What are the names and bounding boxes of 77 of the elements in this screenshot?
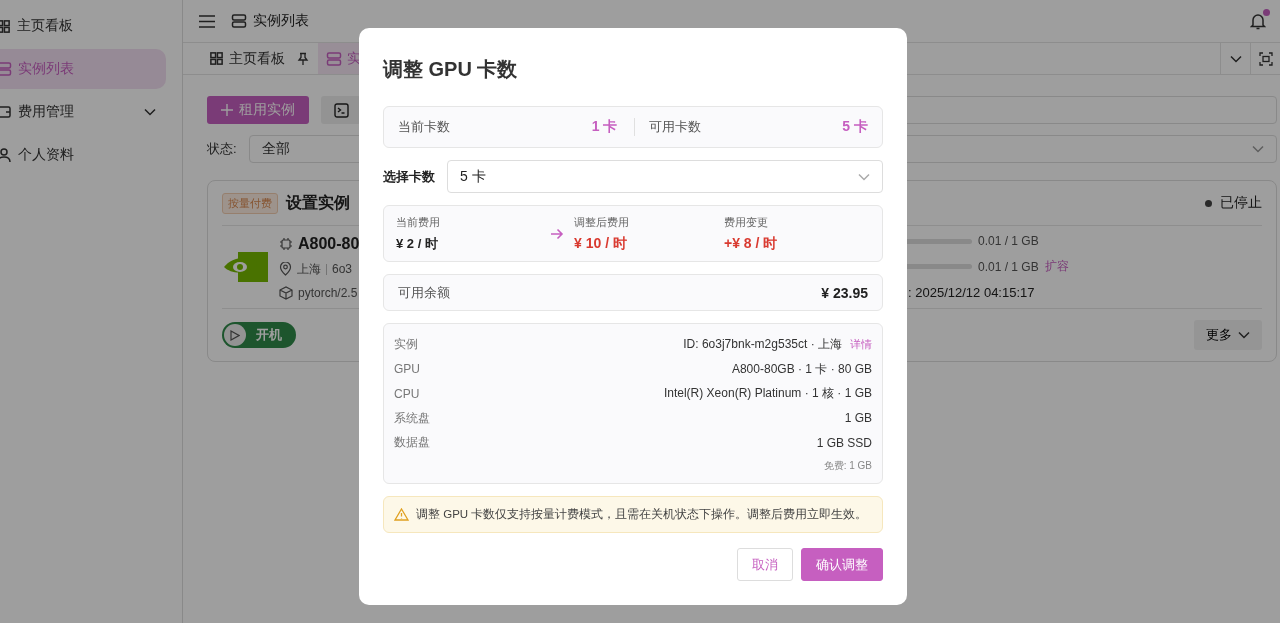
free-note: 免费: 1 GB	[823, 458, 872, 473]
region-text: 上海	[297, 260, 321, 278]
plus-icon	[221, 104, 233, 116]
cost-value: ¥ 2 / 时	[396, 234, 439, 253]
chevron-down-icon	[858, 172, 870, 181]
warning-text: 调整 GPU 卡数仅支持按量计费模式，且需在关机状态下操作。调整后费用立即生效。	[416, 506, 868, 522]
detail-label: CPU	[394, 386, 420, 401]
warning-icon	[394, 507, 409, 521]
start-button[interactable]: 开机	[222, 322, 296, 348]
user-icon	[0, 147, 12, 163]
terminal-icon	[333, 102, 349, 118]
server-icon	[0, 61, 12, 77]
gpu-model: A800-80	[298, 234, 360, 253]
filter-label: 状态:	[207, 140, 237, 158]
fullscreen-icon	[1258, 51, 1273, 66]
tab[interactable]: 主页看板	[201, 43, 318, 74]
instance-name: 设置实例	[286, 192, 351, 213]
balance-label: 可用余额	[398, 283, 450, 302]
detail-label: GPU	[394, 362, 420, 376]
disk-usage-text: 0.01 / 1 GB	[978, 259, 1039, 274]
status-dot	[1205, 199, 1212, 207]
detail-label: 实例	[394, 336, 418, 353]
cost-label: 费用变更	[724, 214, 769, 230]
more-button[interactable]: 更多	[1194, 320, 1262, 350]
card-count-value: 1 卡	[591, 118, 618, 137]
details-link[interactable]: 详情	[850, 337, 872, 352]
cost-value: ¥ 10 / 时	[574, 234, 628, 253]
detail-value: ID: 6o3j7bnk-m2g535ct · 上海	[683, 336, 842, 353]
terminal-button[interactable]	[321, 96, 361, 124]
select-label: 选择卡数	[383, 167, 435, 186]
chevron-down-icon	[1238, 331, 1250, 339]
grid-icon	[209, 51, 224, 66]
box-icon	[279, 285, 293, 300]
instance-id: 6o3	[332, 262, 353, 276]
wallet-icon	[0, 104, 12, 120]
chevron-down-icon	[1229, 54, 1242, 63]
chevron-down-icon	[144, 108, 156, 116]
sidebar-item[interactable]: 主页看板	[0, 6, 166, 46]
location-icon	[279, 262, 292, 276]
rent-instance-button[interactable]: 租用实例	[207, 96, 309, 124]
sidebar-item[interactable]: 实例列表	[0, 49, 166, 89]
card-count-value: 5 卡	[842, 118, 868, 137]
cancel-button[interactable]: 取消	[737, 548, 793, 581]
server-icon	[231, 13, 247, 29]
page-title: 实例列表	[253, 12, 309, 30]
disk-usage-text: 0.01 / 1 GB	[978, 234, 1039, 248]
image-text: pytorch/2.5	[298, 285, 358, 300]
play-icon	[230, 329, 240, 341]
menu-icon[interactable]	[199, 14, 215, 28]
dialog-title: 调整 GPU 卡数	[383, 57, 519, 82]
status-text: 已停止	[1220, 194, 1262, 212]
time-text: : 2025/12/12 04:15:17	[908, 285, 1036, 300]
chip-icon	[279, 236, 293, 251]
detail-value: 1 GB	[844, 411, 872, 425]
grid-icon	[0, 18, 11, 34]
confirm-button[interactable]: 确认调整	[801, 548, 883, 581]
chevron-down-icon	[1252, 145, 1264, 153]
balance-value: ¥ 23.95	[821, 284, 868, 301]
detail-value: Intel(R) Xeon(R) Platinum · 1 核 · 1 GB	[663, 385, 872, 402]
card-count-label: 可用卡数	[648, 118, 701, 137]
billing-tag: 按量付费	[222, 192, 278, 214]
detail-label: 数据盘	[394, 434, 430, 451]
cost-value: +¥ 8 / 时	[724, 234, 778, 253]
gpu-logo-icon	[222, 252, 268, 282]
card-count-label: 当前卡数	[398, 118, 450, 137]
card-count-select[interactable]: 5 卡	[447, 160, 883, 194]
pin-icon	[296, 51, 310, 66]
detail-label: 系统盘	[394, 409, 430, 427]
cost-label: 当前费用	[396, 214, 441, 230]
detail-value: 1 GB SSD	[816, 435, 872, 450]
cost-label: 调整后费用	[574, 214, 630, 230]
expand-link[interactable]: 扩容	[1044, 258, 1069, 275]
detail-value: A800-80GB · 1 卡 · 80 GB	[731, 360, 872, 378]
sidebar-item[interactable]: 个人资料	[0, 135, 166, 175]
server-icon	[326, 50, 342, 67]
arrow-icon	[550, 227, 564, 240]
sidebar-item[interactable]: 费用管理	[0, 92, 166, 132]
